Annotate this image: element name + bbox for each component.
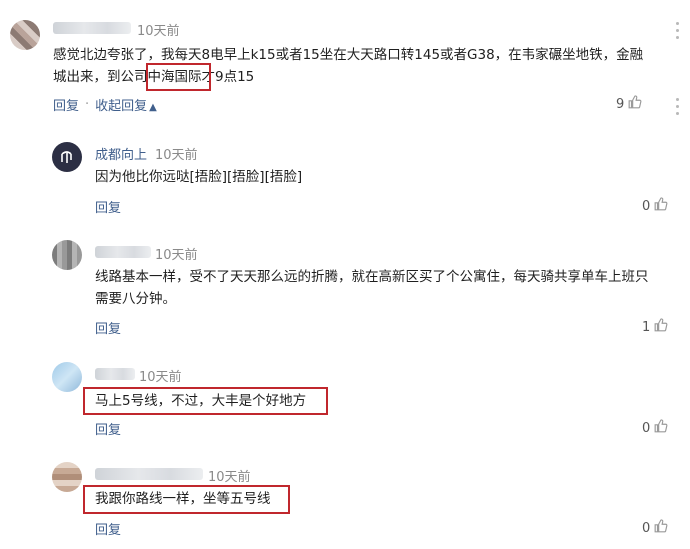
more-vertical-icon[interactable]	[672, 22, 682, 39]
like-count[interactable]: 1	[642, 318, 668, 336]
thumbs-up-icon[interactable]	[654, 318, 668, 336]
reply-button[interactable]: 回复	[95, 419, 121, 438]
username-blurred	[95, 468, 203, 480]
reply-button[interactable]: 回复	[95, 318, 121, 337]
highlight-box	[146, 63, 211, 91]
comment-time: 10天前	[155, 248, 198, 263]
comment-time: 10天前	[155, 148, 198, 163]
chengdu-logo-icon	[61, 151, 72, 163]
avatar[interactable]	[52, 462, 82, 492]
username-blurred	[53, 22, 131, 34]
thumbs-up-icon[interactable]	[628, 95, 642, 113]
like-count[interactable]: 9	[616, 95, 642, 113]
more-vertical-icon[interactable]	[672, 98, 682, 115]
comment-time: 10天前	[139, 370, 182, 385]
comment-actions: 回复 · 收起回复 ▲	[53, 95, 157, 114]
comment-time: 10天前	[137, 24, 180, 39]
comment-text: 因为他比你远哒[捂脸][捂脸][捂脸]	[95, 169, 303, 185]
username-blurred	[95, 368, 135, 380]
username[interactable]: 成都向上	[95, 144, 147, 163]
avatar[interactable]	[52, 362, 82, 392]
reply-button[interactable]: 回复	[95, 197, 121, 216]
collapse-replies-button[interactable]: 收起回复 ▲	[95, 95, 157, 114]
avatar[interactable]	[10, 20, 40, 50]
chevron-up-icon: ▲	[149, 102, 157, 113]
thumbs-up-icon[interactable]	[654, 519, 668, 537]
comment-text-line2: 需要八分钟。	[95, 291, 176, 307]
thumbs-up-icon[interactable]	[654, 419, 668, 437]
comment-text: 线路基本一样，受不了天天那么远的折腾，就在高新区买了个公寓住，每天骑共享单车上班…	[95, 269, 649, 285]
like-count[interactable]: 0	[642, 197, 668, 215]
thumbs-up-icon[interactable]	[654, 197, 668, 215]
avatar[interactable]	[52, 142, 82, 172]
like-count[interactable]: 0	[642, 419, 668, 437]
reply-button[interactable]: 回复	[95, 519, 121, 538]
username-blurred	[95, 246, 151, 258]
separator: ·	[85, 97, 90, 112]
highlight-box	[83, 485, 290, 514]
avatar[interactable]	[52, 240, 82, 270]
comment-time: 10天前	[208, 470, 251, 485]
highlight-box	[83, 387, 328, 415]
reply-button[interactable]: 回复	[53, 95, 79, 114]
like-count[interactable]: 0	[642, 519, 668, 537]
